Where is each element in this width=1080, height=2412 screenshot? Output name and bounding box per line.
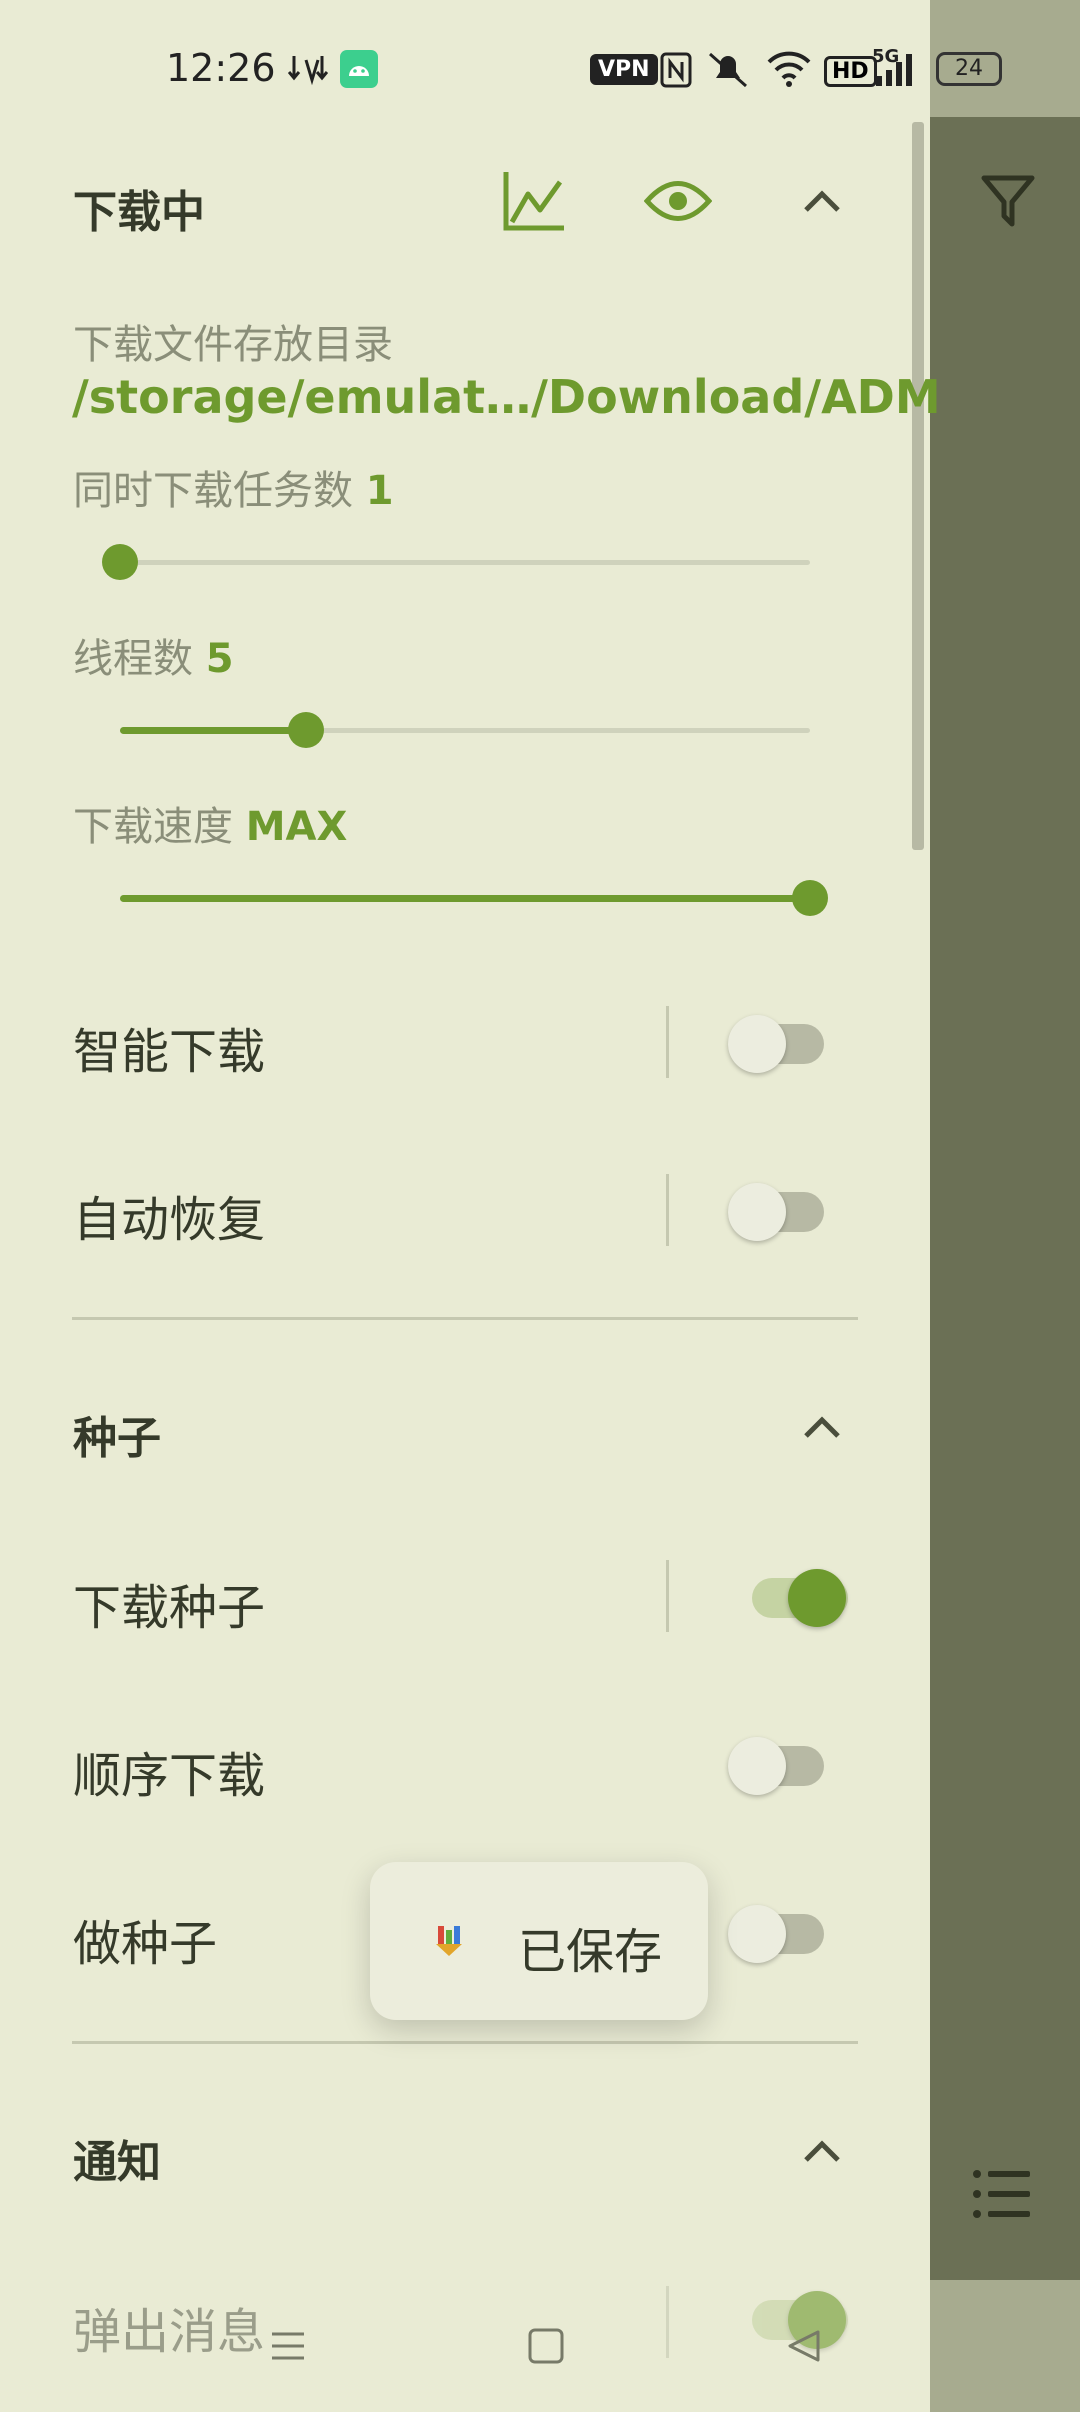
speed-label: 下载速度 MAX: [73, 794, 347, 852]
auto-resume-switch[interactable]: [728, 1182, 848, 1242]
row-separator: [666, 2286, 669, 2358]
nav-back-icon[interactable]: [784, 2326, 824, 2366]
filter-icon[interactable]: [978, 170, 1038, 230]
hd-badge: HD: [824, 56, 877, 87]
chart-icon[interactable]: [502, 170, 566, 232]
smart-download-switch[interactable]: [728, 1014, 848, 1074]
download-dir-path[interactable]: /storage/emulat…/Download/ADM: [72, 370, 941, 424]
row-separator: [666, 1006, 669, 1078]
seeding-label: 做种子: [73, 1916, 218, 1972]
slider-thumb[interactable]: [792, 880, 828, 916]
concurrent-tasks-value: 1: [365, 468, 394, 514]
nav-home-icon[interactable]: [526, 2326, 566, 2366]
sequential-download-label: 顺序下载: [73, 1748, 266, 1804]
slider-thumb[interactable]: [288, 712, 325, 748]
popup-message-label: 弹出消息: [73, 2304, 266, 2360]
download-dir-label: 下载文件存放目录: [73, 322, 393, 368]
download-torrent-label: 下载种子: [73, 1580, 266, 1636]
speed-text: 下载速度: [73, 804, 233, 850]
slider-thumb[interactable]: [102, 544, 138, 580]
concurrent-tasks-text: 同时下载任务数: [73, 468, 353, 514]
speed-value: MAX: [245, 804, 348, 850]
android-app-icon: [340, 50, 378, 88]
sequential-download-switch[interactable]: [728, 1736, 848, 1796]
battery-icon: 24: [936, 52, 1002, 86]
section-title-torrent: 种子: [73, 1413, 161, 1464]
collapse-torrent-chevron-icon[interactable]: [800, 1412, 844, 1442]
list-icon[interactable]: [972, 2168, 1032, 2220]
threads-slider[interactable]: [120, 710, 810, 750]
section-divider: [72, 1317, 858, 1320]
row-separator: [666, 1174, 669, 1246]
section-divider: [72, 2041, 858, 2044]
nav-menu-icon[interactable]: [268, 2326, 308, 2366]
wifi-icon: [766, 50, 812, 88]
smart-download-label: 智能下载: [73, 1024, 266, 1080]
collapse-notifications-chevron-icon[interactable]: [800, 2136, 844, 2166]
section-title-downloading: 下载中: [73, 187, 205, 238]
scrim-overlay[interactable]: [930, 0, 1080, 2412]
seeding-switch[interactable]: [728, 1904, 848, 1964]
app-logo-icon: [434, 1924, 464, 1958]
mute-icon: [706, 50, 750, 90]
status-time: 12:26: [166, 46, 276, 90]
signal-5g-icon: 5G: [872, 46, 922, 88]
threads-value: 5: [205, 636, 234, 682]
threads-text: 线程数: [73, 636, 193, 682]
saved-toast: 已保存: [370, 1862, 708, 2020]
row-separator: [666, 1560, 669, 1632]
download-torrent-switch[interactable]: [752, 1568, 852, 1628]
toast-message: 已保存: [518, 1924, 663, 1980]
threads-label: 线程数 5: [73, 626, 234, 684]
collapse-downloading-chevron-icon[interactable]: [800, 186, 844, 216]
scrollbar[interactable]: [912, 122, 924, 850]
eye-icon[interactable]: [643, 172, 713, 230]
speed-slider[interactable]: [120, 878, 828, 918]
download-status-icon: [287, 52, 329, 86]
concurrent-tasks-slider[interactable]: [102, 542, 810, 582]
auto-resume-label: 自动恢复: [73, 1192, 266, 1248]
vpn-badge: VPN: [590, 54, 658, 85]
nfc-icon: [660, 52, 692, 88]
battery-level: 24: [955, 56, 983, 81]
section-title-notifications: 通知: [73, 2137, 161, 2188]
nav-bar-band: [930, 2280, 1080, 2412]
concurrent-tasks-label: 同时下载任务数 1: [73, 458, 394, 516]
